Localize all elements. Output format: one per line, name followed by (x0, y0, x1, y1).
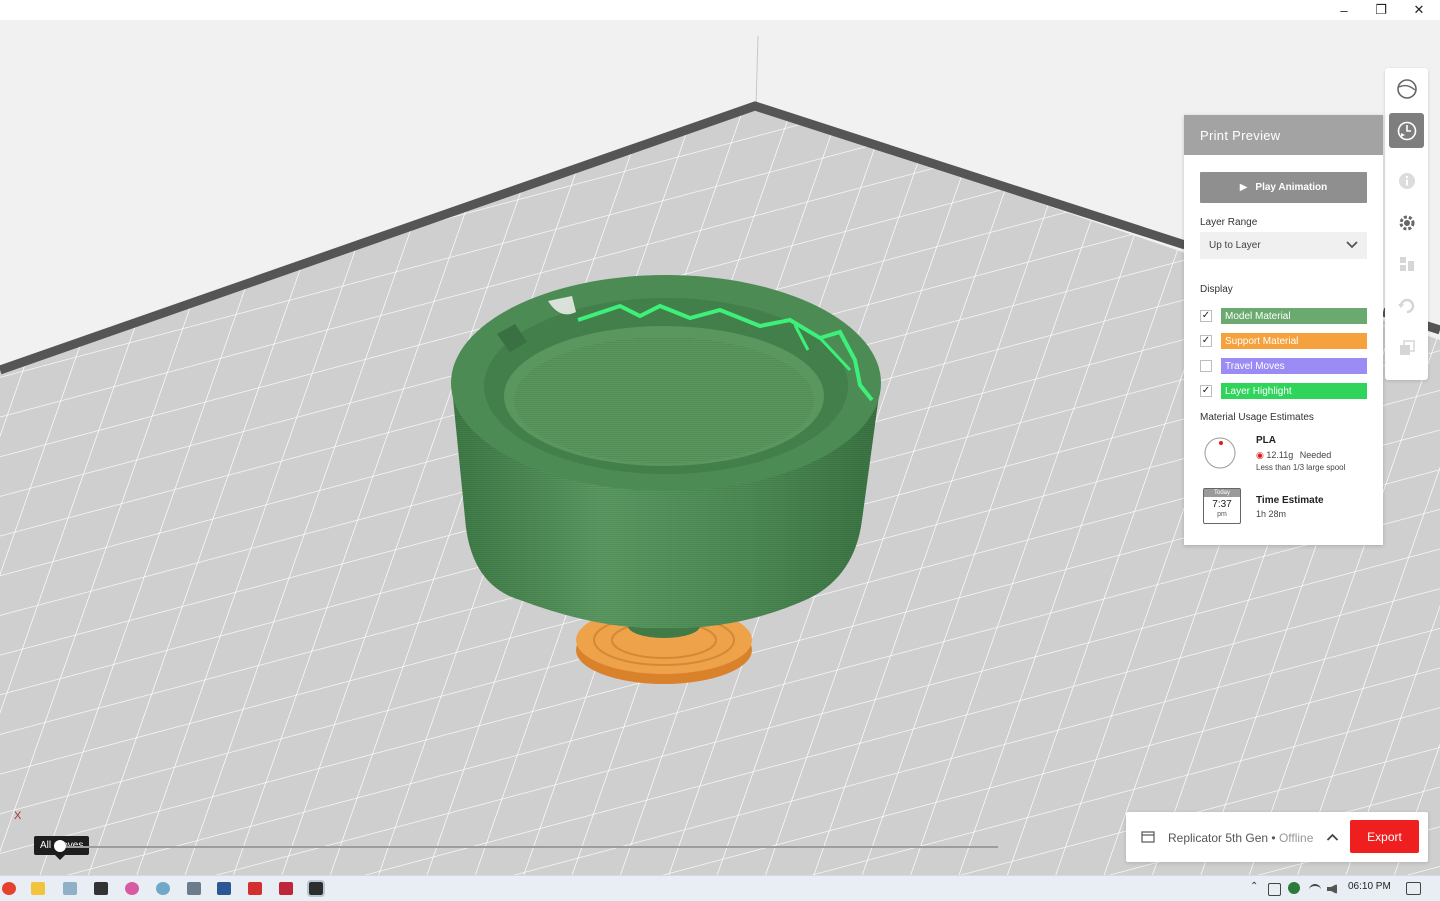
layer-slider-track[interactable] (60, 846, 998, 848)
material-needed-value: 12.11g (1266, 450, 1294, 460)
wifi-icon[interactable] (1309, 884, 1321, 896)
spool-icon (1204, 437, 1236, 469)
time-estimate-value: 1h 28m (1256, 509, 1287, 519)
build-plate-viewport[interactable]: Print Preview ▶ Play Animation Layer Ran… (0, 20, 1440, 875)
scale-icon[interactable] (1389, 330, 1424, 365)
close-icon[interactable]: ✕ (1400, 0, 1438, 20)
app-icon[interactable] (94, 882, 108, 895)
tray-chevron-up-icon[interactable]: ⌃ (1250, 881, 1258, 892)
time-estimate-title: Time Estimate (1256, 495, 1324, 506)
calendar-icon: Today 7:37 pm (1203, 488, 1241, 524)
tooltip-arrow (55, 855, 65, 860)
word-icon[interactable] (217, 882, 231, 895)
material-usage-label: Material Usage Estimates (1200, 412, 1314, 423)
support-material-checkbox[interactable]: ✓ (1200, 335, 1212, 347)
arrange-icon[interactable] (1389, 246, 1424, 281)
material-needed-suffix: Needed (1299, 450, 1332, 460)
volume-icon[interactable] (1327, 884, 1337, 894)
play-icon: ▶ (1239, 182, 1248, 193)
security-icon[interactable] (1288, 882, 1300, 894)
display-row-model[interactable]: ✓ Model Material (1200, 308, 1367, 324)
panel-title: Print Preview (1184, 115, 1383, 155)
material-name: PLA (1256, 435, 1276, 446)
calendar-time: 7:37 (1212, 499, 1232, 510)
travel-moves-swatch: Travel Moves (1221, 358, 1367, 374)
layer-highlight-swatch: Layer Highlight (1221, 383, 1367, 399)
right-toolbar (1385, 68, 1428, 380)
layer-range-value: Up to Layer (1209, 240, 1261, 251)
layer-slider-thumb[interactable] (54, 840, 66, 852)
minimize-icon[interactable]: – (1325, 0, 1363, 20)
title-bar: – ❐ ✕ (0, 0, 1440, 20)
printer-separator: • (1268, 831, 1279, 845)
acrobat-icon[interactable] (248, 882, 262, 895)
display-row-travel[interactable]: Travel Moves (1200, 358, 1367, 374)
chrome-icon[interactable] (2, 882, 16, 895)
app-icon[interactable] (187, 882, 201, 895)
taskbar: ⌃ 06:10 PM (0, 875, 1440, 901)
printer-selector[interactable]: Replicator 5th Gen • Offline (1168, 831, 1313, 845)
makerbot-icon[interactable] (279, 882, 293, 895)
print-preview-icon[interactable] (1389, 113, 1424, 148)
chevron-down-icon (1346, 241, 1358, 249)
play-animation-button[interactable]: ▶ Play Animation (1200, 172, 1367, 203)
material-note: Less than 1/3 large spool (1256, 463, 1346, 472)
app-icon[interactable] (125, 882, 139, 895)
file-explorer-icon[interactable] (31, 882, 45, 895)
app-icon[interactable] (156, 882, 170, 895)
support-material-swatch: Support Material (1221, 333, 1367, 349)
axis-x-label: X (14, 810, 22, 822)
layer-range-label: Layer Range (1200, 217, 1258, 228)
display-row-highlight[interactable]: ✓ Layer Highlight (1200, 383, 1367, 399)
tray-icon[interactable] (1268, 883, 1281, 896)
print-preview-panel: Print Preview ▶ Play Animation Layer Ran… (1184, 115, 1383, 545)
settings-gear-icon[interactable] (1389, 205, 1424, 240)
printer-bar: Replicator 5th Gen • Offline Export (1126, 812, 1428, 862)
display-label: Display (1200, 284, 1233, 295)
printer-status: Offline (1278, 831, 1314, 845)
layer-range-select[interactable]: Up to Layer (1200, 232, 1367, 259)
z-axis-line (755, 35, 759, 107)
makerbot-print-icon[interactable] (307, 880, 325, 897)
material-needed-row: ◉ 12.11g Needed (1256, 450, 1331, 461)
app-icon[interactable] (63, 882, 77, 895)
view-globe-icon[interactable] (1389, 71, 1424, 106)
calendar-day: Today (1204, 489, 1240, 497)
notifications-icon[interactable] (1406, 882, 1421, 895)
red-dot-icon: ◉ (1256, 450, 1264, 460)
taskbar-clock[interactable]: 06:10 PM (1348, 881, 1391, 892)
model-material-swatch: Model Material (1221, 308, 1367, 324)
travel-moves-checkbox[interactable] (1200, 360, 1212, 372)
export-button[interactable]: Export (1350, 820, 1419, 853)
model-material-checkbox[interactable]: ✓ (1200, 310, 1212, 322)
layer-highlight-checkbox[interactable]: ✓ (1200, 385, 1212, 397)
printer-window-icon (1141, 831, 1155, 843)
printer-name: Replicator 5th Gen (1168, 831, 1269, 845)
display-row-support[interactable]: ✓ Support Material (1200, 333, 1367, 349)
chevron-up-icon[interactable] (1326, 832, 1339, 842)
calendar-ampm: pm (1217, 511, 1227, 518)
restore-icon[interactable]: ❐ (1362, 0, 1400, 20)
info-icon[interactable] (1389, 163, 1424, 198)
rotate-icon[interactable] (1389, 288, 1424, 323)
play-animation-label: Play Animation (1255, 182, 1328, 193)
